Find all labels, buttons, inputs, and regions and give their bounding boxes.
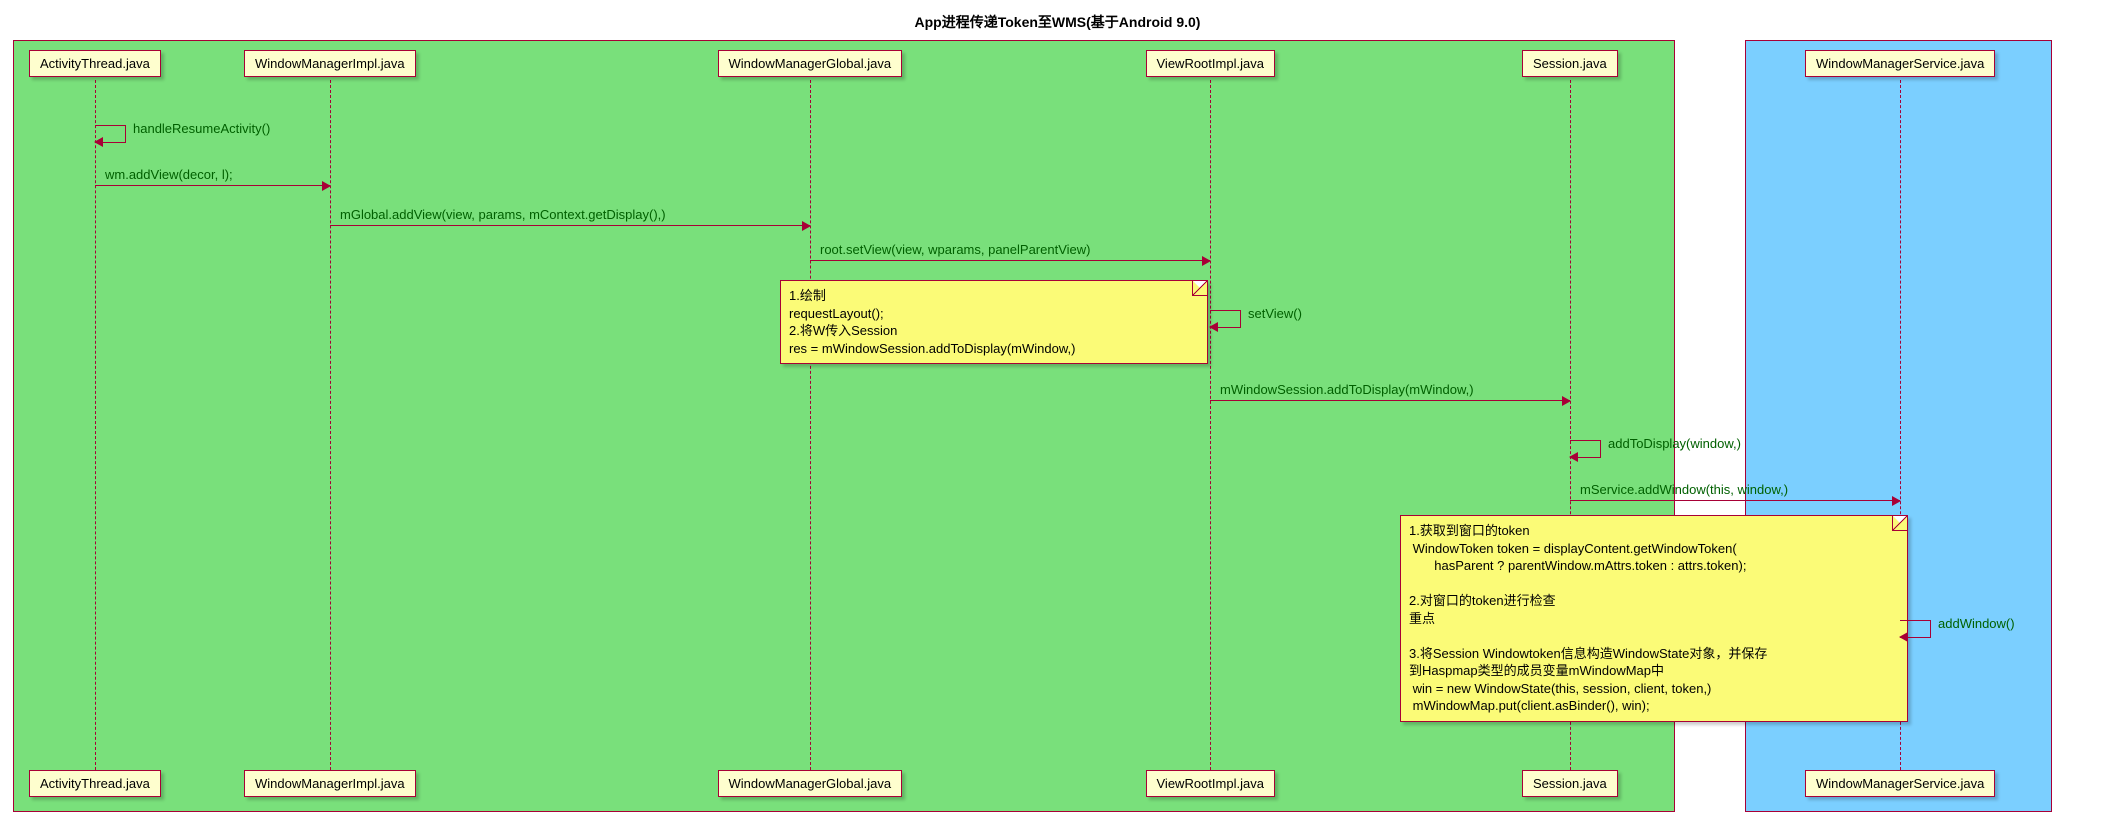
arrow-5 [1210, 400, 1570, 401]
participant-p4-bottom: Session.java [1522, 770, 1618, 797]
self-arrow-8 [1900, 620, 1931, 638]
lifeline-p3 [1210, 80, 1211, 770]
msg-label-2: mGlobal.addView(view, params, mContext.g… [340, 207, 666, 222]
msg-label-3: root.setView(view, wparams, panelParentV… [820, 242, 1090, 257]
note-0: 1.绘制 requestLayout(); 2.将W传入Session res … [780, 280, 1208, 364]
arrow-2 [330, 225, 810, 226]
participant-p0-bottom: ActivityThread.java [29, 770, 161, 797]
participant-p0-top: ActivityThread.java [29, 50, 161, 77]
msg-label-5: mWindowSession.addToDisplay(mWindow,) [1220, 382, 1474, 397]
lifeline-p2 [810, 80, 811, 770]
msg-label-6: addToDisplay(window,) [1608, 436, 1741, 451]
participant-p2-top: WindowManagerGlobal.java [718, 50, 903, 77]
msg-label-0: handleResumeActivity() [133, 121, 270, 136]
diagram-title: App进程传递Token至WMS(基于Android 9.0) [10, 12, 2105, 32]
participant-p4-top: Session.java [1522, 50, 1618, 77]
participant-p2-bottom: WindowManagerGlobal.java [718, 770, 903, 797]
participant-p1-bottom: WindowManagerImpl.java [244, 770, 416, 797]
self-arrow-6 [1570, 440, 1601, 458]
note-1: 1.获取到窗口的token WindowToken token = displa… [1400, 515, 1908, 722]
self-arrow-4 [1210, 310, 1241, 328]
arrow-3 [810, 260, 1210, 261]
msg-label-7: mService.addWindow(this, window,) [1580, 482, 1788, 497]
participant-p1-top: WindowManagerImpl.java [244, 50, 416, 77]
participant-p3-top: ViewRootImpl.java [1146, 50, 1275, 77]
msg-label-8: addWindow() [1938, 616, 2015, 631]
self-arrow-0 [95, 125, 126, 143]
arrow-1 [95, 185, 330, 186]
participant-p3-bottom: ViewRootImpl.java [1146, 770, 1275, 797]
lifeline-p0 [95, 80, 96, 770]
participant-p5-bottom: WindowManagerService.java [1805, 770, 1995, 797]
msg-label-4: setView() [1248, 306, 1302, 321]
arrow-7 [1570, 500, 1900, 501]
participant-p5-top: WindowManagerService.java [1805, 50, 1995, 77]
msg-label-1: wm.addView(decor, l); [105, 167, 233, 182]
